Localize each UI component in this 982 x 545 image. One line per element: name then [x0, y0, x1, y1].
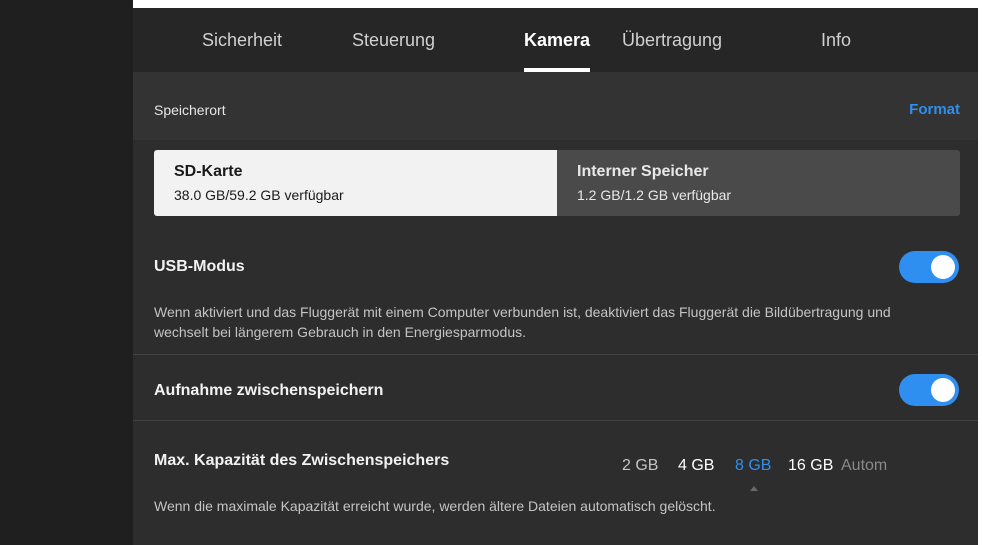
usb-mode-title: USB-Modus [154, 258, 245, 275]
tab-uebertragung[interactable]: Übertragung [622, 30, 722, 51]
divider [133, 354, 978, 355]
storage-option-detail: 38.0 GB/59.2 GB verfügbar [174, 187, 344, 203]
storage-section-header [133, 72, 978, 140]
tab-steuerung[interactable]: Steuerung [352, 30, 435, 51]
tab-info[interactable]: Info [821, 30, 851, 51]
storage-option-sd-card[interactable]: SD-Karte 38.0 GB/59.2 GB verfügbar [154, 150, 557, 216]
storage-option-name: Interner Speicher [577, 163, 709, 180]
usb-mode-toggle[interactable] [899, 251, 959, 283]
divider [133, 420, 978, 421]
storage-option-detail: 1.2 GB/1.2 GB verfügbar [577, 187, 732, 203]
cache-capacity-title: Max. Kapazität des Zwischenspeichers [154, 452, 450, 469]
capacity-option-4gb[interactable]: 4 GB [678, 457, 714, 475]
storage-option-name: SD-Karte [174, 163, 243, 180]
tab-kamera[interactable]: Kamera [524, 30, 590, 51]
settings-tab-bar: Sicherheit Steuerung Kamera Übertragung … [133, 8, 978, 72]
camera-settings-panel: Sicherheit Steuerung Kamera Übertragung … [133, 8, 978, 545]
usb-mode-description: Wenn aktiviert und das Fluggerät mit ein… [154, 304, 891, 340]
format-button[interactable]: Format [909, 101, 960, 118]
cache-recording-title: Aufnahme zwischenspeichern [154, 382, 384, 399]
storage-option-internal[interactable]: Interner Speicher 1.2 GB/1.2 GB verfügba… [557, 150, 960, 216]
capacity-option-16gb[interactable]: 16 GB [788, 457, 833, 475]
storage-section-title: Speicherort [154, 102, 226, 118]
capacity-option-auto[interactable]: Autom [841, 457, 887, 475]
toggle-knob [931, 378, 955, 402]
capacity-option-8gb[interactable]: 8 GB [735, 457, 771, 475]
cache-recording-toggle[interactable] [899, 374, 959, 406]
toggle-knob [931, 255, 955, 279]
left-sidebar-background [0, 0, 133, 545]
capacity-option-2gb[interactable]: 2 GB [622, 457, 658, 475]
cache-capacity-description: Wenn die maximale Kapazität erreicht wur… [154, 498, 716, 514]
tab-sicherheit[interactable]: Sicherheit [202, 30, 282, 51]
selection-caret-icon [750, 486, 758, 491]
storage-location-selector: SD-Karte 38.0 GB/59.2 GB verfügbar Inter… [154, 150, 960, 216]
